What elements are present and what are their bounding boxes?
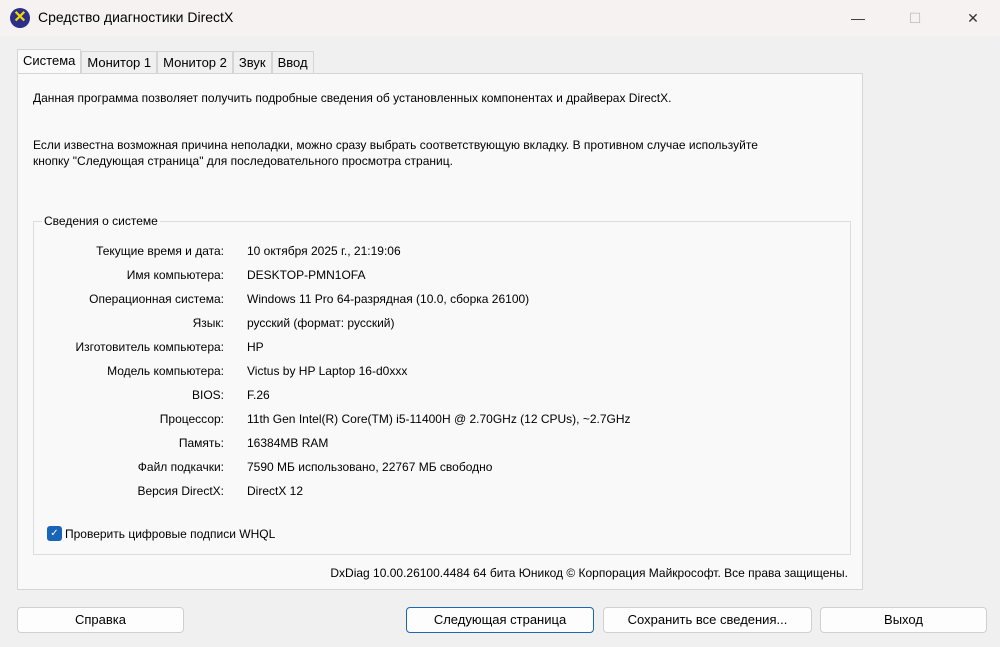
whql-checkbox-label: Проверить цифровые подписи WHQL [65,526,276,541]
info-label: Текущие время и дата: [96,244,224,258]
info-value: Victus by HP Laptop 16-d0xxx [247,364,408,378]
system-info-group: Сведения о системе Текущие время и дата:… [33,214,851,555]
info-label: Модель компьютера: [107,364,224,378]
info-label: Язык: [192,316,224,330]
minimize-button[interactable]: — [843,6,873,30]
info-row: Текущие время и дата: 10 октября 2025 г.,… [34,244,834,262]
checkmark-icon: ✓ [47,526,62,541]
info-value: DESKTOP-PMN1OFA [247,268,366,282]
info-value: 10 октября 2025 г., 21:19:06 [247,244,401,258]
info-row: BIOS: F.26 [34,388,834,406]
hint-text-1: Если известна возможная причина неполадк… [33,138,758,152]
info-value: 7590 МБ использовано, 22767 МБ свободно [247,460,493,474]
info-row: Имя компьютера: DESKTOP-PMN1OFA [34,268,834,286]
info-label: Имя компьютера: [126,268,224,282]
info-value: HP [247,340,264,354]
tab-sound[interactable]: Звук [232,51,272,73]
info-value: F.26 [247,388,270,402]
whql-checkbox[interactable]: ✓ Проверить цифровые подписи WHQL [47,526,275,541]
group-title: Сведения о системе [42,214,160,228]
title-bar: ✕ Средство диагностики DirectX — ☐ ✕ [0,0,1000,36]
info-label: BIOS: [191,388,224,402]
info-row: Модель компьютера: Victus by HP Laptop 16… [34,364,834,382]
tab-system[interactable]: Система [17,49,82,73]
directx-app-icon: ✕ [10,8,30,28]
tab-monitor-1[interactable]: Монитор 1 [81,51,158,73]
exit-button[interactable]: Выход [820,607,987,633]
window-title: Средство диагностики DirectX [38,9,234,25]
info-label: Файл подкачки: [137,460,224,474]
tab-input[interactable]: Ввод [271,51,314,73]
info-row: Файл подкачки: 7590 МБ использовано, 2276… [34,460,834,478]
info-label: Процессор: [159,412,224,426]
save-all-info-button[interactable]: Сохранить все сведения... [603,607,812,633]
version-footer: DxDiag 10.00.26100.4484 64 бита Юникод ©… [330,566,848,580]
info-row: Память: 16384MB RAM [34,436,834,454]
maximize-button[interactable]: ☐ [900,6,930,30]
info-value: 16384MB RAM [247,436,329,450]
info-label: Версия DirectX: [137,484,224,498]
tab-bar: Система Монитор 1 Монитор 2 Звук Ввод [17,49,314,73]
help-button[interactable]: Справка [17,607,184,633]
info-value: Windows 11 Pro 64-разрядная (10.0, сборк… [247,292,530,306]
info-row: Изготовитель компьютера: HP [34,340,834,358]
close-button[interactable]: ✕ [958,6,988,30]
info-row: Версия DirectX: DirectX 12 [34,484,834,502]
info-value: русский (формат: русский) [247,316,395,330]
hint-text-2: кнопку "Следующая страница" для последов… [33,154,453,168]
info-row: Язык: русский (формат: русский) [34,316,834,334]
tab-monitor-2[interactable]: Монитор 2 [157,51,233,73]
info-value: 11th Gen Intel(R) Core(TM) i5-11400H @ 2… [247,412,631,426]
info-row: Операционная система: Windows 11 Pro 64-р… [34,292,834,310]
system-tab-panel: Данная программа позволяет получить подр… [17,73,863,590]
intro-text: Данная программа позволяет получить подр… [33,91,672,105]
info-label: Память: [178,436,224,450]
next-page-button[interactable]: Следующая страница [406,607,594,633]
info-row: Процессор: 11th Gen Intel(R) Core(TM) i5-… [34,412,834,430]
info-label: Изготовитель компьютера: [75,340,225,354]
info-label: Операционная система: [89,292,224,306]
info-value: DirectX 12 [247,484,304,498]
